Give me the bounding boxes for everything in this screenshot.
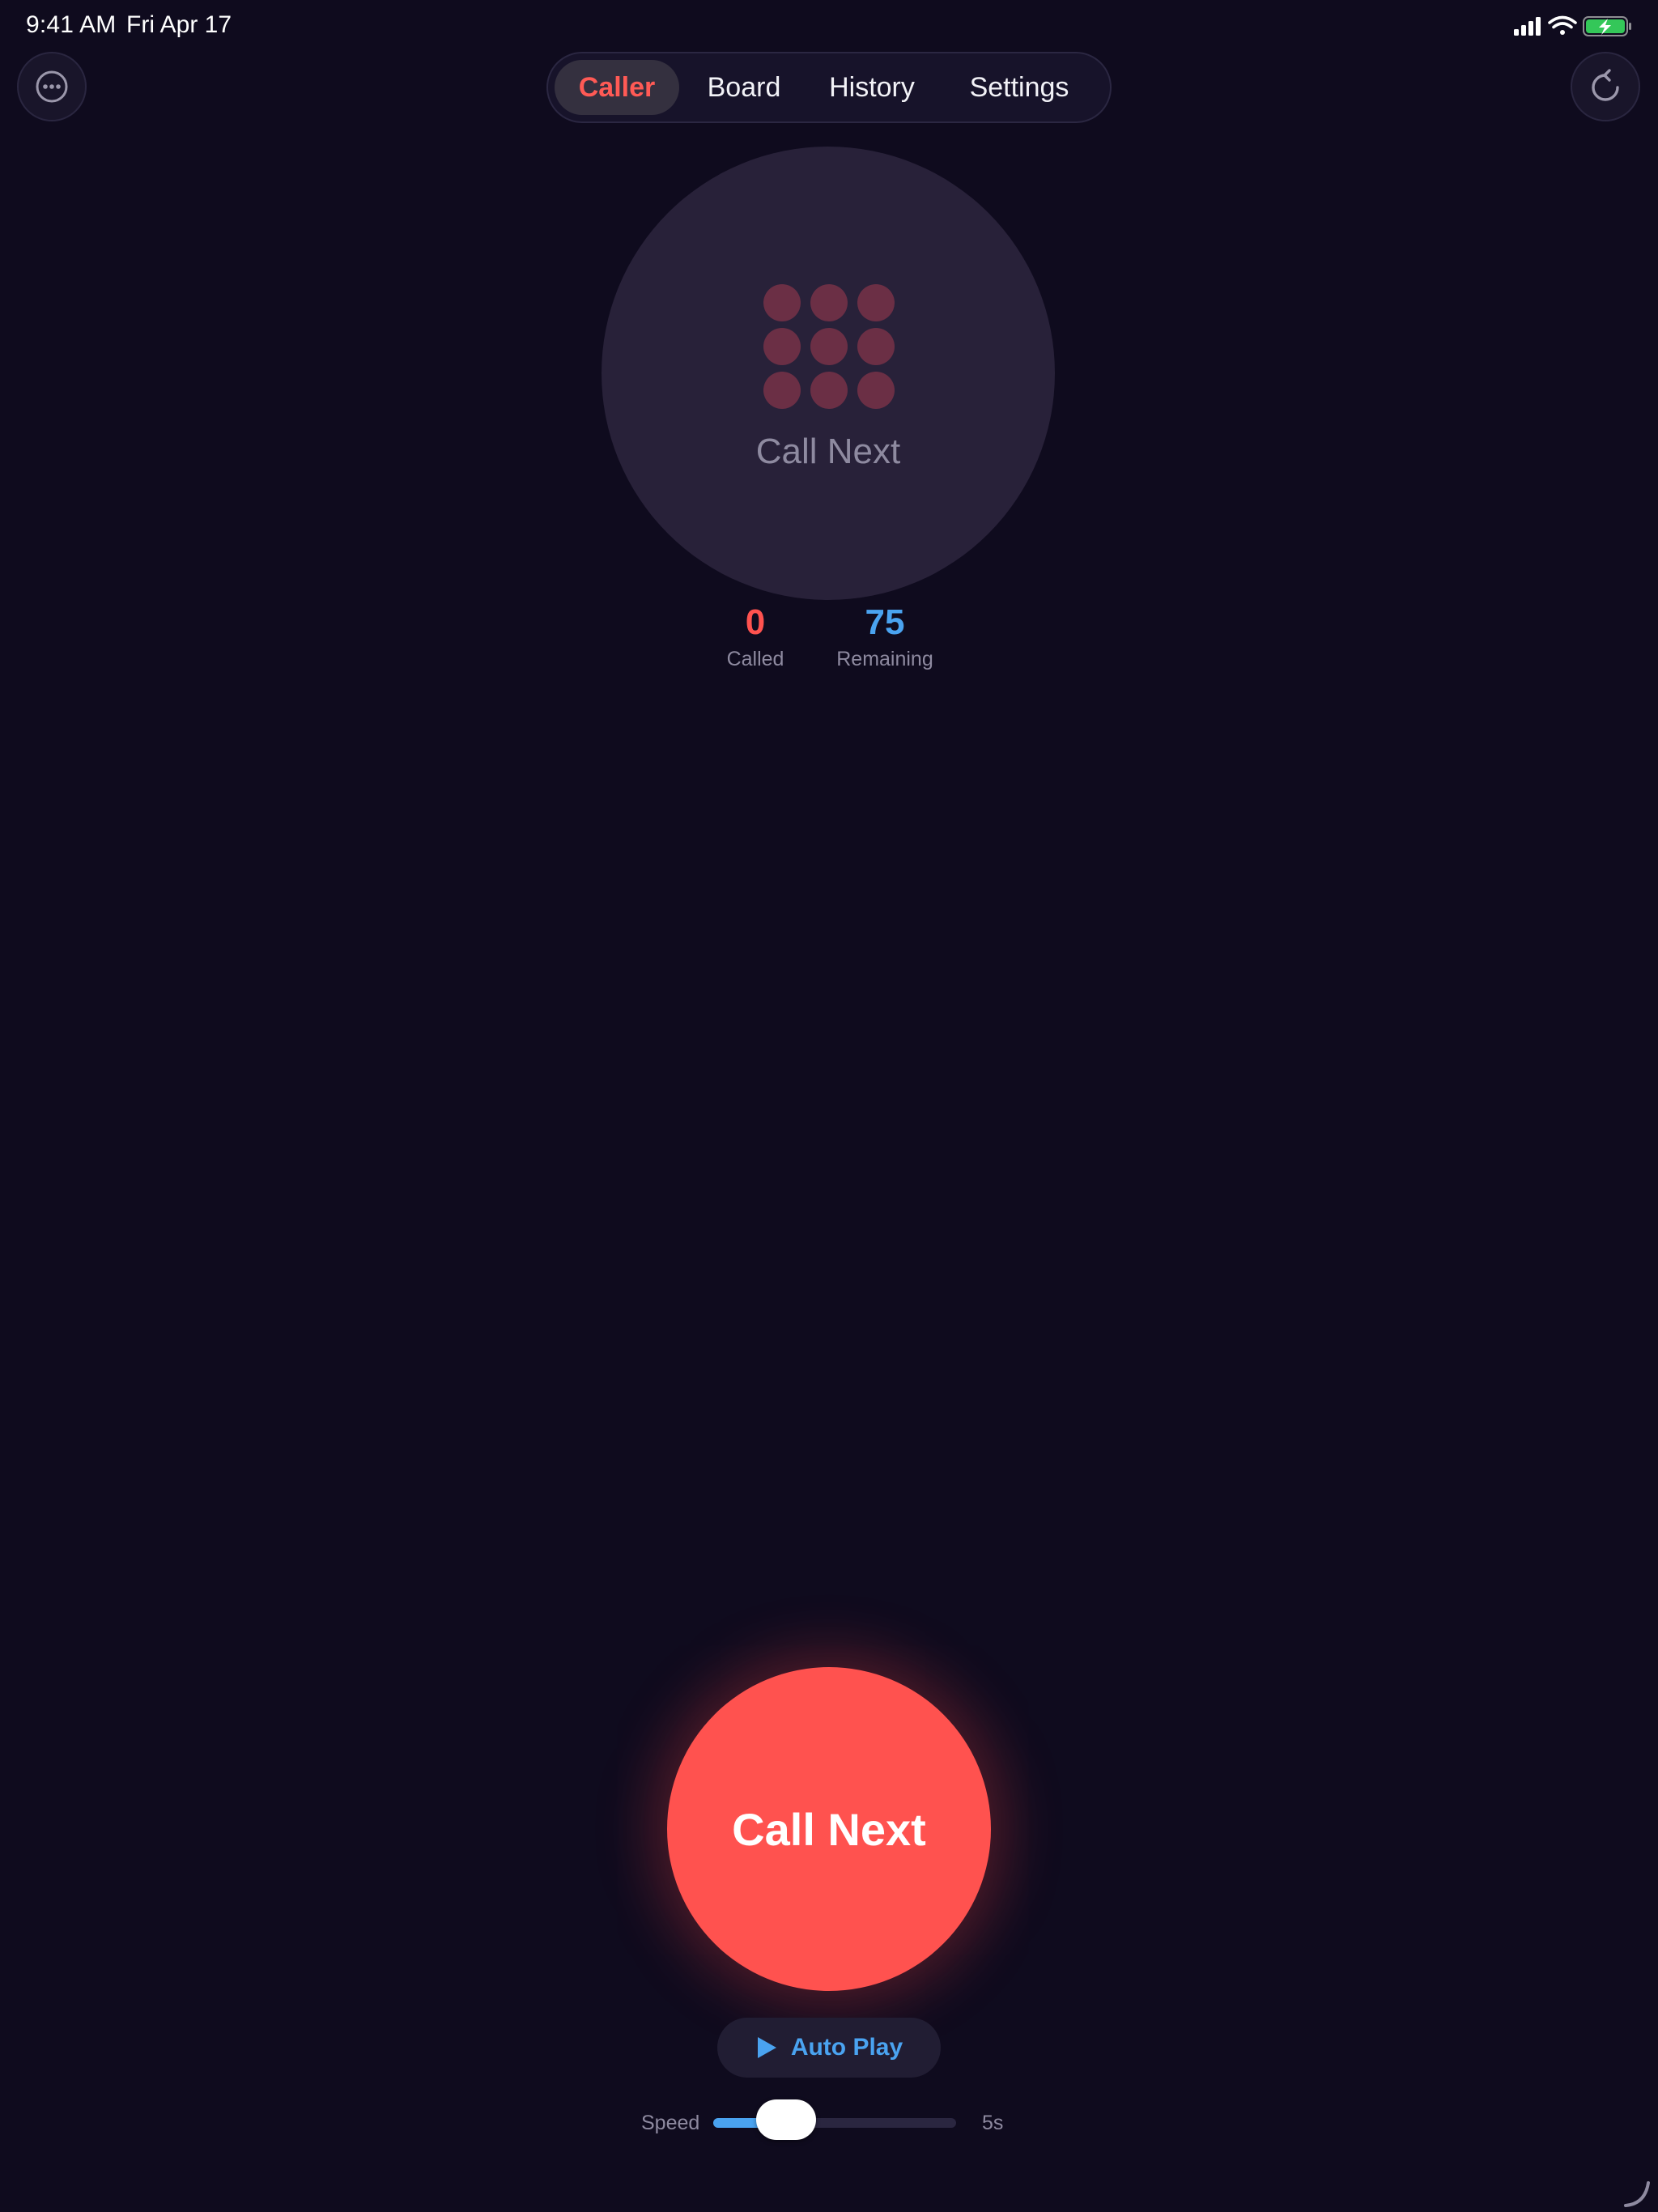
called-count: 0	[745, 602, 766, 642]
tab-board[interactable]: Board	[684, 60, 804, 115]
tab-history[interactable]: History	[809, 60, 935, 115]
speed-value: 5s	[982, 2112, 1004, 2134]
counterclockwise-arrow-icon	[1592, 69, 1619, 101]
reset-button[interactable]	[1571, 52, 1640, 121]
play-icon	[757, 2037, 776, 2058]
ball-display-label: Call Next	[755, 432, 901, 471]
remaining-count: 75	[865, 602, 905, 642]
called-label: Called	[726, 648, 784, 670]
tab-settings[interactable]: Settings	[940, 60, 1099, 115]
status-date: Fri Apr 17	[126, 11, 232, 38]
speed-slider[interactable]	[713, 2099, 956, 2140]
speed-label: Speed	[641, 2112, 700, 2134]
cellular-signal-icon	[1514, 17, 1541, 36]
current-ball-display[interactable]: Call Next	[602, 147, 1055, 600]
tab-bar: Caller Board History Settings	[546, 52, 1112, 123]
tab-caller[interactable]: Caller	[555, 60, 679, 115]
status-time: 9:41 AM	[26, 11, 117, 38]
resize-handle-icon[interactable]	[1622, 2180, 1652, 2209]
call-next-button[interactable]: Call Next	[667, 1667, 991, 1991]
caller-screen: 9:41 AM Fri Apr 17 Caller Board History …	[0, 0, 1658, 2212]
auto-play-button[interactable]: Auto Play	[717, 2018, 941, 2078]
status-icons	[1514, 15, 1631, 36]
wifi-icon	[1548, 15, 1577, 35]
dot-grid-icon	[763, 284, 896, 417]
auto-play-label: Auto Play	[790, 2034, 903, 2061]
battery-charging-icon	[1583, 16, 1631, 36]
more-button[interactable]	[17, 52, 87, 121]
remaining-label: Remaining	[836, 648, 933, 670]
ellipsis-circle-icon	[36, 70, 68, 103]
speed-slider-thumb[interactable]	[756, 2099, 816, 2140]
